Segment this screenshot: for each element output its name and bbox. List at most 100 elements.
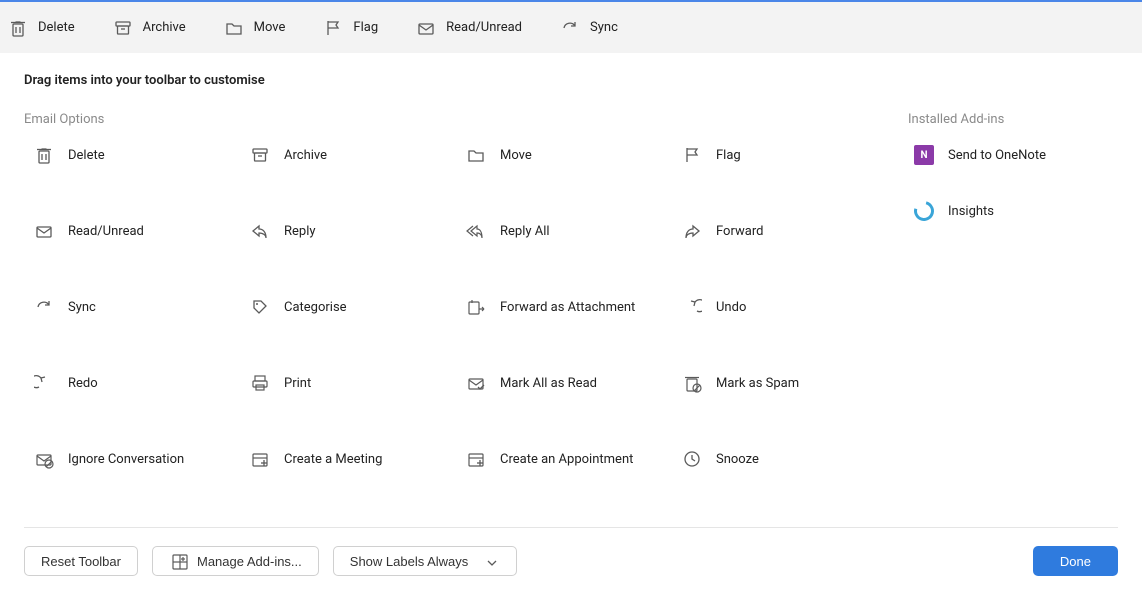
option-label: Delete xyxy=(68,148,105,163)
forward-icon xyxy=(682,221,702,241)
categorise-icon xyxy=(250,297,270,317)
reply-all-icon xyxy=(466,221,486,241)
move-icon xyxy=(466,145,486,165)
option-ignore-conversation[interactable]: Ignore Conversation xyxy=(34,449,240,469)
read-unread-icon xyxy=(416,18,436,38)
redo-icon xyxy=(34,373,54,393)
create-appointment-icon xyxy=(466,449,486,469)
option-label: Ignore Conversation xyxy=(68,452,184,467)
option-read-unread[interactable]: Read/Unread xyxy=(34,221,240,241)
undo-icon xyxy=(682,297,702,317)
toolbar-label: Sync xyxy=(590,20,618,35)
done-button[interactable]: Done xyxy=(1033,546,1118,576)
option-forward-as-attachment[interactable]: Forward as Attachment xyxy=(466,297,672,317)
email-options-title: Email Options xyxy=(24,112,888,127)
option-undo[interactable]: Undo xyxy=(682,297,888,317)
mark-all-read-icon xyxy=(466,373,486,393)
option-create-meeting[interactable]: Create a Meeting xyxy=(250,449,456,469)
option-flag[interactable]: Flag xyxy=(682,145,888,165)
option-move[interactable]: Move xyxy=(466,145,672,165)
mark-spam-icon xyxy=(682,373,702,393)
option-create-appointment[interactable]: Create an Appointment xyxy=(466,449,672,469)
email-options-grid: Delete Archive Move Flag Read/Unread xyxy=(34,145,888,469)
archive-icon xyxy=(113,18,133,38)
toolbar: Delete Archive Move Flag Read/Unread Syn… xyxy=(0,0,1142,53)
toolbar-label: Move xyxy=(254,20,286,35)
addin-label: Send to OneNote xyxy=(948,148,1046,163)
option-label: Mark All as Read xyxy=(500,376,597,391)
flag-icon xyxy=(682,145,702,165)
option-categorise[interactable]: Categorise xyxy=(250,297,456,317)
option-label: Mark as Spam xyxy=(716,376,799,391)
read-unread-icon xyxy=(34,221,54,241)
option-label: Read/Unread xyxy=(68,224,144,239)
option-label: Flag xyxy=(716,148,741,163)
option-label: Forward xyxy=(716,224,763,239)
option-archive[interactable]: Archive xyxy=(250,145,456,165)
manage-addins-button[interactable]: Manage Add-ins... xyxy=(152,546,319,576)
toolbar-item-archive[interactable]: Archive xyxy=(113,18,186,38)
onenote-icon xyxy=(914,145,934,165)
ignore-conversation-icon xyxy=(34,449,54,469)
forward-attachment-icon xyxy=(466,297,486,317)
reset-toolbar-button[interactable]: Reset Toolbar xyxy=(24,546,138,576)
button-label: Manage Add-ins... xyxy=(197,554,302,569)
addins-title: Installed Add-ins xyxy=(908,112,1118,127)
toolbar-item-delete[interactable]: Delete xyxy=(8,18,75,38)
archive-icon xyxy=(250,145,270,165)
snooze-icon xyxy=(682,449,702,469)
toolbar-item-read-unread[interactable]: Read/Unread xyxy=(416,18,522,38)
option-redo[interactable]: Redo xyxy=(34,373,240,393)
option-label: Snooze xyxy=(716,452,759,467)
addin-onenote[interactable]: Send to OneNote xyxy=(914,145,1118,165)
option-label: Create a Meeting xyxy=(284,452,382,467)
delete-icon xyxy=(8,18,28,38)
option-label: Reply All xyxy=(500,224,550,239)
option-label: Redo xyxy=(68,376,98,391)
option-sync[interactable]: Sync xyxy=(34,297,240,317)
option-label: Categorise xyxy=(284,300,347,315)
option-label: Forward as Attachment xyxy=(500,300,635,315)
option-label: Archive xyxy=(284,148,327,163)
addins-grid-icon xyxy=(169,551,189,571)
dropdown-label: Show Labels Always xyxy=(350,554,469,569)
reply-icon xyxy=(250,221,270,241)
option-forward[interactable]: Forward xyxy=(682,221,888,241)
toolbar-item-flag[interactable]: Flag xyxy=(323,18,378,38)
flag-icon xyxy=(323,18,343,38)
toolbar-label: Flag xyxy=(353,20,378,35)
toolbar-label: Read/Unread xyxy=(446,20,522,35)
addin-label: Insights xyxy=(948,204,994,219)
option-print[interactable]: Print xyxy=(250,373,456,393)
customise-panel: Drag items into your toolbar to customis… xyxy=(0,53,1142,528)
toolbar-label: Archive xyxy=(143,20,186,35)
option-label: Sync xyxy=(68,300,96,315)
option-label: Undo xyxy=(716,300,746,315)
delete-icon xyxy=(34,145,54,165)
option-label: Move xyxy=(500,148,532,163)
option-label: Create an Appointment xyxy=(500,452,633,467)
chevron-down-icon xyxy=(480,551,500,571)
footer: Reset Toolbar Manage Add-ins... Show Lab… xyxy=(0,546,1142,576)
move-icon xyxy=(224,18,244,38)
option-reply-all[interactable]: Reply All xyxy=(466,221,672,241)
addin-insights[interactable]: Insights xyxy=(914,201,1118,221)
divider xyxy=(24,527,1118,528)
sync-icon xyxy=(34,297,54,317)
option-mark-spam[interactable]: Mark as Spam xyxy=(682,373,888,393)
option-snooze[interactable]: Snooze xyxy=(682,449,888,469)
insights-icon xyxy=(910,197,937,224)
option-reply[interactable]: Reply xyxy=(250,221,456,241)
toolbar-item-sync[interactable]: Sync xyxy=(560,18,618,38)
print-icon xyxy=(250,373,270,393)
show-labels-dropdown[interactable]: Show Labels Always xyxy=(333,546,518,576)
toolbar-label: Delete xyxy=(38,20,75,35)
option-label: Reply xyxy=(284,224,316,239)
toolbar-item-move[interactable]: Move xyxy=(224,18,286,38)
option-label: Print xyxy=(284,376,311,391)
create-meeting-icon xyxy=(250,449,270,469)
option-mark-all-read[interactable]: Mark All as Read xyxy=(466,373,672,393)
sync-icon xyxy=(560,18,580,38)
instruction-text: Drag items into your toolbar to customis… xyxy=(24,73,1118,88)
option-delete[interactable]: Delete xyxy=(34,145,240,165)
